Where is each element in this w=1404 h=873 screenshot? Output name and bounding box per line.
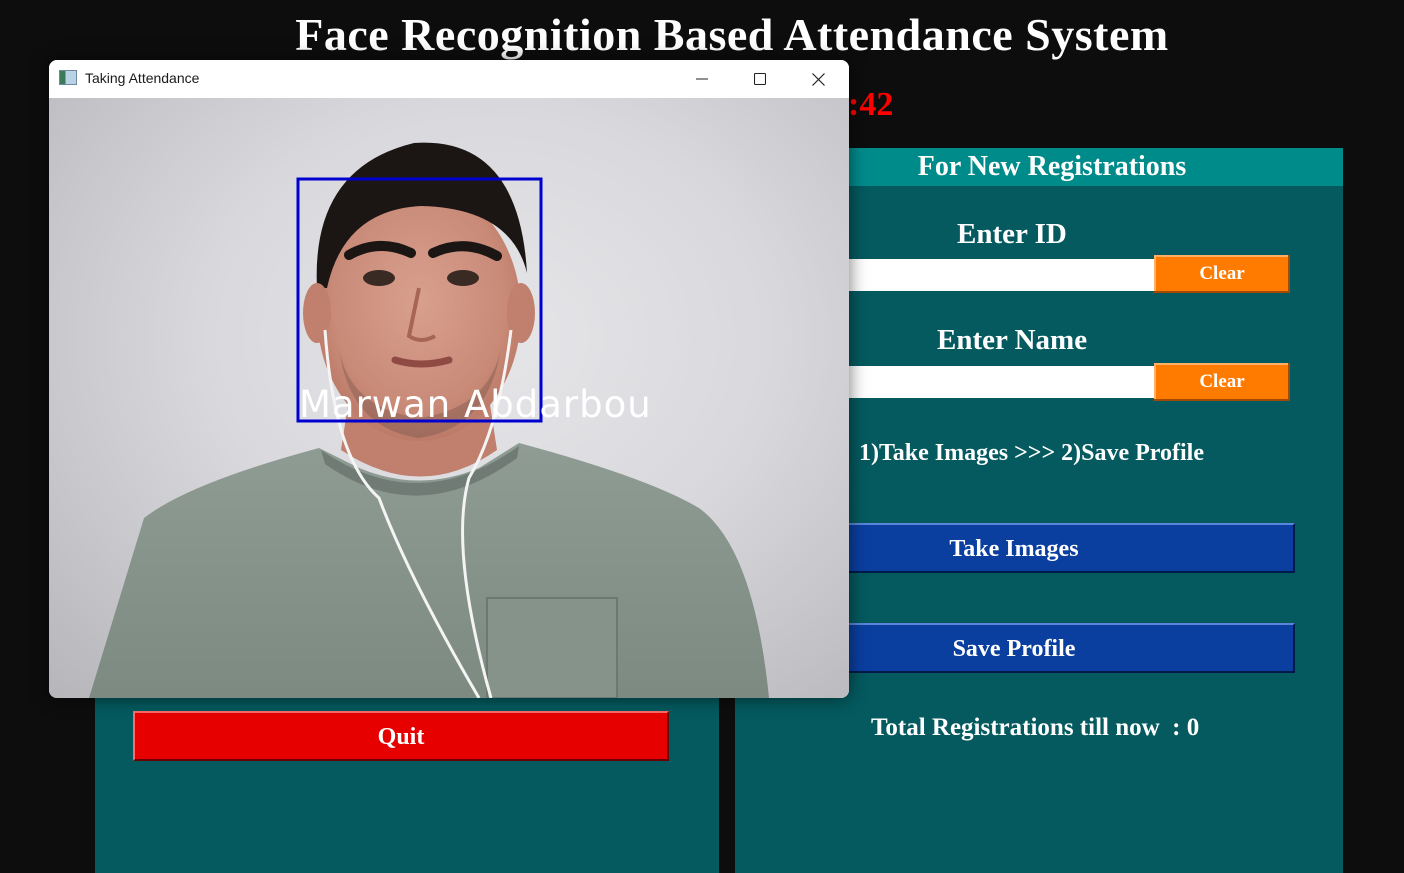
- camera-feed: Marwan Abdarbou: [49, 98, 849, 698]
- maximize-icon: [754, 73, 766, 85]
- clear-name-button[interactable]: Clear: [1154, 363, 1290, 401]
- total-registrations: Total Registrations till now : 0: [871, 714, 1200, 741]
- app-title: Face Recognition Based Attendance System: [295, 9, 1169, 60]
- app-window-icon: [59, 70, 77, 85]
- close-button[interactable]: [789, 60, 847, 98]
- window-title: Taking Attendance: [85, 70, 200, 86]
- maximize-button[interactable]: [731, 60, 789, 98]
- close-icon: [811, 72, 825, 86]
- minimize-button[interactable]: [673, 60, 731, 98]
- registration-instructions: 1)Take Images >>> 2)Save Profile: [859, 440, 1204, 466]
- clock-display: :42: [848, 86, 894, 123]
- camera-window[interactable]: Taking Attendance Marwan Abdarbou: [49, 60, 849, 698]
- clear-id-button[interactable]: Clear: [1154, 255, 1290, 293]
- recognized-name-label: Marwan Abdarbou: [299, 383, 652, 426]
- name-label: Enter Name: [937, 324, 1088, 356]
- minimize-icon: [696, 78, 708, 80]
- quit-button[interactable]: Quit: [133, 711, 669, 761]
- id-label: Enter ID: [957, 218, 1067, 250]
- window-titlebar[interactable]: Taking Attendance: [49, 60, 849, 98]
